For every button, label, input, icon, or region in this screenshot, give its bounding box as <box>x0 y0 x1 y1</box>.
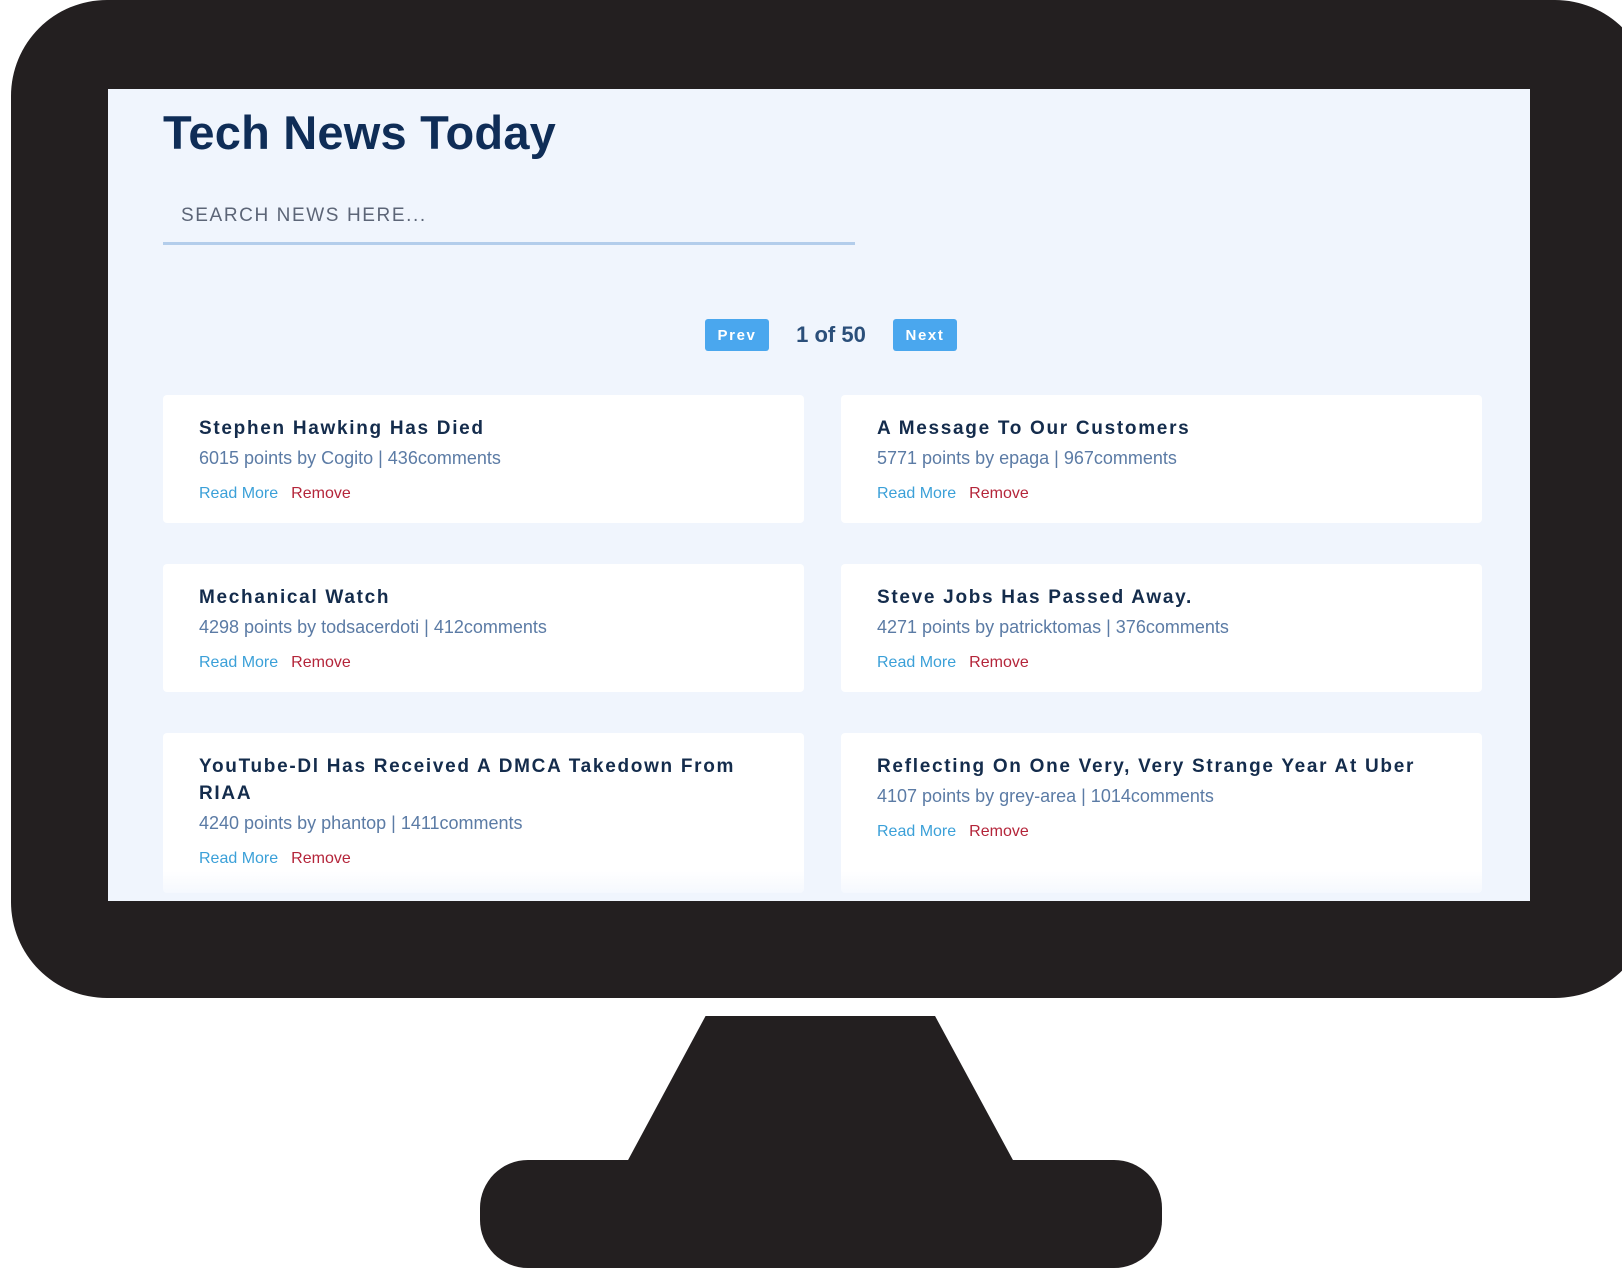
pagination: Prev 1 of 50 Next <box>705 319 957 351</box>
page-title: Tech News Today <box>163 106 557 159</box>
story-meta: 4107 points by grey-area | 1014comments <box>877 786 1214 806</box>
news-card: Stephen Hawking Has Died 6015 points by … <box>163 395 804 523</box>
next-button[interactable]: Next <box>893 319 957 351</box>
story-actions: Read More Remove <box>877 822 1446 842</box>
remove-button[interactable]: Remove <box>969 485 1029 503</box>
page-indicator: 1 of 50 <box>796 322 866 347</box>
story-title: YouTube-Dl Has Received A DMCA Takedown … <box>199 756 736 804</box>
story-actions: Read More Remove <box>877 484 1446 504</box>
story-meta: 4240 points by phantop | 1411comments <box>199 813 523 833</box>
read-more-link[interactable]: Read More <box>199 485 278 502</box>
news-card: Steve Jobs Has Passed Away. 4271 points … <box>841 564 1482 692</box>
story-title: Reflecting On One Very, Very Strange Yea… <box>877 756 1416 777</box>
read-more-link[interactable]: Read More <box>199 850 278 867</box>
story-title: A Message To Our Customers <box>877 418 1191 439</box>
monitor-screen: Tech News Today Prev 1 of 50 Next Stephe… <box>108 89 1530 901</box>
story-title: Mechanical Watch <box>199 587 391 608</box>
prev-button[interactable]: Prev <box>705 319 769 351</box>
story-meta: 4271 points by patricktomas | 376comment… <box>877 617 1229 637</box>
story-title: Stephen Hawking Has Died <box>199 418 485 439</box>
story-meta: 4298 points by todsacerdoti | 412comment… <box>199 617 547 637</box>
story-actions: Read More Remove <box>199 484 768 504</box>
story-actions: Read More Remove <box>199 653 768 673</box>
story-actions: Read More Remove <box>199 849 768 869</box>
read-more-link[interactable]: Read More <box>199 654 278 671</box>
remove-button[interactable]: Remove <box>969 823 1029 841</box>
monitor-stand-neck <box>627 1016 1014 1162</box>
remove-button[interactable]: Remove <box>291 654 351 672</box>
search-input[interactable] <box>163 190 855 245</box>
story-title: Steve Jobs Has Passed Away. <box>877 587 1193 608</box>
remove-button[interactable]: Remove <box>291 850 351 868</box>
story-actions: Read More Remove <box>877 653 1446 673</box>
monitor-stand-base <box>480 1160 1162 1268</box>
read-more-link[interactable]: Read More <box>877 485 956 502</box>
news-card: Mechanical Watch 4298 points by todsacer… <box>163 564 804 692</box>
news-card: A Message To Our Customers 5771 points b… <box>841 395 1482 523</box>
story-meta: 5771 points by epaga | 967comments <box>877 448 1177 468</box>
remove-button[interactable]: Remove <box>291 485 351 503</box>
news-card: Reflecting On One Very, Very Strange Yea… <box>841 733 1482 893</box>
story-meta: 6015 points by Cogito | 436comments <box>199 448 501 468</box>
remove-button[interactable]: Remove <box>969 654 1029 672</box>
news-card: YouTube-Dl Has Received A DMCA Takedown … <box>163 733 804 893</box>
read-more-link[interactable]: Read More <box>877 654 956 671</box>
read-more-link[interactable]: Read More <box>877 823 956 840</box>
